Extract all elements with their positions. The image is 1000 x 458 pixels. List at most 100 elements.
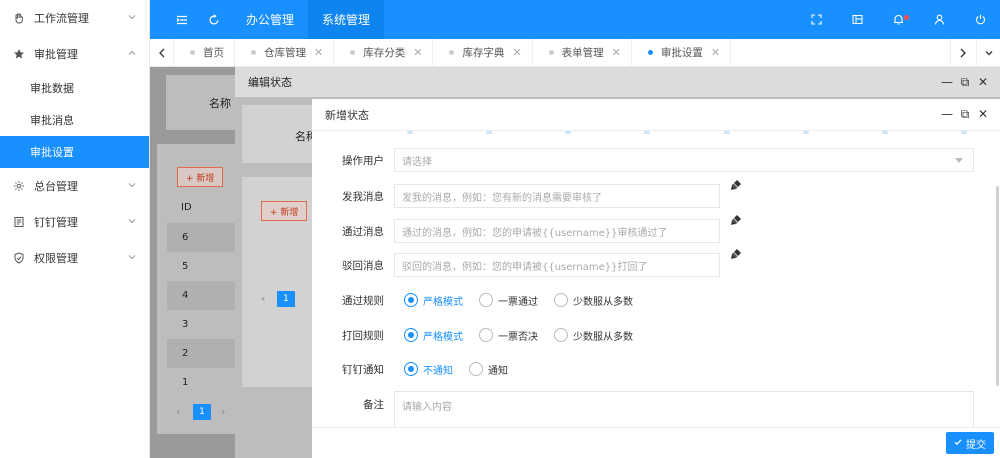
pass-rule-option-one-vote[interactable]: 一票通过 (479, 293, 538, 308)
close-icon[interactable]: ✕ (512, 46, 521, 59)
bg-add-button[interactable]: + 新增 (177, 167, 224, 187)
sidebar-subitem-approval-message[interactable]: 审批消息 (0, 104, 149, 136)
tab-label: 库存字典 (462, 47, 505, 59)
maximize-icon[interactable]: ⧉ (956, 75, 974, 90)
operator-placeholder: 请选择 (402, 156, 432, 168)
remark-textarea[interactable]: 请输入内容 (394, 391, 974, 427)
tab-home[interactable]: 首页 (174, 38, 235, 67)
reject-rule-option-majority[interactable]: 少数服从多数 (554, 328, 633, 343)
sidebar-subitem-approval-data[interactable]: 审批数据 (0, 72, 149, 104)
tab-dot (350, 50, 356, 55)
new-dialog-body: 操作用户 请选择 发我消息 发我的消息，例如：您有新的消息需要审核了 通过消息 … (312, 131, 1000, 427)
nav-system[interactable]: 系统管理 (308, 0, 385, 39)
refresh-icon[interactable] (206, 12, 222, 28)
tab-form-management[interactable]: 表单管理 ✕ (533, 38, 632, 67)
menu-toggle-icon[interactable] (174, 12, 190, 28)
page-next-icon[interactable]: › (221, 405, 225, 418)
top-header: 办公管理 系统管理 (150, 0, 1000, 39)
send-message-placeholder: 发我的消息，例如：您有新的消息需要审核了 (402, 192, 602, 204)
pass-message-input[interactable]: 通过的消息，例如：您的申请被{{username}}审核通过了 (394, 219, 720, 243)
bell-icon[interactable] (890, 12, 909, 28)
close-icon[interactable]: ✕ (612, 46, 621, 59)
sidebar-item-label: 总台管理 (34, 180, 78, 193)
minimize-icon[interactable]: — (938, 107, 956, 121)
edit-dialog-page-current[interactable]: 1 (277, 291, 295, 307)
radio-checked (404, 362, 418, 376)
tab-warehouse[interactable]: 仓库管理 ✕ (235, 38, 335, 67)
user-icon[interactable] (931, 12, 947, 28)
sidebar-item-dingtalk[interactable]: 钉钉管理 (0, 204, 149, 240)
tab-scroll-left[interactable] (150, 38, 174, 67)
form-row-reject-message: 驳回消息 驳回的消息，例如：您的申请被{{username}}打回了 (312, 249, 1000, 277)
send-message-input[interactable]: 发我的消息，例如：您有新的消息需要审核了 (394, 184, 720, 208)
fullscreen-icon[interactable] (808, 12, 824, 28)
radio-unchecked (479, 293, 493, 307)
tab-scroll-right[interactable] (950, 38, 974, 67)
pass-rule-option-strict[interactable]: 严格模式 (404, 293, 463, 308)
tab-dot (251, 50, 256, 55)
maximize-icon[interactable]: ⧉ (956, 107, 974, 122)
sidebar-item-label: 工作流管理 (34, 12, 89, 25)
form-row-remark: 备注 请输入内容 (312, 391, 1000, 427)
scrolled-content-edge (407, 131, 967, 135)
nav-office[interactable]: 办公管理 (232, 0, 308, 39)
tab-approval-settings[interactable]: 审批设置 ✕ (632, 38, 732, 67)
close-icon[interactable]: ✕ (974, 75, 992, 89)
dingtalk-option-notify[interactable]: 通知 (469, 362, 508, 377)
dingtalk-option-no-notify[interactable]: 不通知 (404, 362, 453, 377)
sidebar-item-permissions[interactable]: 权限管理 (0, 240, 149, 276)
operator-select[interactable]: 请选择 (394, 148, 974, 172)
header-nav: 办公管理 系统管理 (232, 0, 385, 39)
table-row: 2 (167, 339, 237, 368)
table-row: 4 (167, 281, 237, 310)
close-icon[interactable]: ✕ (413, 46, 422, 59)
minimize-icon[interactable]: — (938, 75, 956, 89)
bg-page-current[interactable]: 1 (193, 404, 211, 420)
reject-rule-option-strict[interactable]: 严格模式 (404, 328, 463, 343)
page-prev-icon[interactable]: ‹ (176, 405, 180, 418)
sidebar-item-label: 权限管理 (34, 252, 78, 265)
close-icon[interactable]: ✕ (314, 46, 323, 59)
sidebar-subitem-approval-settings[interactable]: 审批设置 (0, 136, 149, 168)
tab-inventory-category[interactable]: 库存分类 ✕ (334, 38, 434, 67)
sidebar-item-workflow[interactable]: 工作流管理 (0, 0, 149, 36)
brush-icon[interactable] (730, 214, 744, 228)
sidebar-item-console[interactable]: 总台管理 (0, 168, 149, 204)
chevron-up-icon (127, 48, 137, 58)
submit-label: 提交 (966, 439, 986, 451)
sidebar-item-approval[interactable]: 审批管理 (0, 36, 149, 72)
sidebar-item-label: 审批管理 (34, 48, 78, 61)
dialog-scrollbar[interactable] (994, 131, 1000, 427)
brush-icon[interactable] (730, 179, 744, 193)
table-row: 6 (167, 223, 237, 252)
scrollbar-thumb[interactable] (996, 186, 999, 386)
power-icon[interactable] (972, 12, 988, 28)
notification-badge (904, 14, 909, 20)
new-dialog-title: 新增状态 (325, 108, 369, 122)
reject-rule-label: 打回规则 (342, 329, 384, 342)
page-prev-icon[interactable]: ‹ (261, 292, 265, 305)
pass-rule-label: 通过规则 (342, 294, 384, 307)
theme-icon[interactable] (849, 12, 865, 28)
submit-button[interactable]: 提交 (946, 432, 994, 454)
tab-inventory-dictionary[interactable]: 库存字典 ✕ (433, 38, 533, 67)
reject-message-input[interactable]: 驳回的消息，例如：您的申请被{{username}}打回了 (394, 253, 720, 277)
reject-rule-option-one-veto[interactable]: 一票否决 (479, 328, 538, 343)
tab-dot (449, 50, 455, 55)
brush-icon[interactable] (730, 248, 744, 262)
radio-checked (404, 328, 418, 342)
radio-unchecked (469, 362, 483, 376)
chevron-down-icon (127, 252, 137, 262)
tab-menu-button[interactable] (976, 38, 1000, 67)
close-icon[interactable]: ✕ (711, 46, 720, 59)
bg-filter-label: 名称 (209, 97, 231, 110)
edit-dialog-add-button[interactable]: + 新增 (261, 201, 308, 221)
new-dialog-footer: 提交 (312, 427, 1000, 458)
dingtalk-notify-radio-group: 不通知 通知 (394, 362, 524, 377)
form-row-operator: 操作用户 请选择 (312, 148, 1000, 172)
star-icon (12, 47, 26, 61)
new-dialog-header: 新增状态 — ⧉ ✕ (312, 99, 1000, 131)
pass-rule-option-majority[interactable]: 少数服从多数 (554, 293, 633, 308)
close-icon[interactable]: ✕ (974, 107, 992, 121)
sidebar: 工作流管理 审批管理 审批数据 审批消息 审批设置 总台管理 钉钉管理 权限管理 (0, 0, 150, 458)
